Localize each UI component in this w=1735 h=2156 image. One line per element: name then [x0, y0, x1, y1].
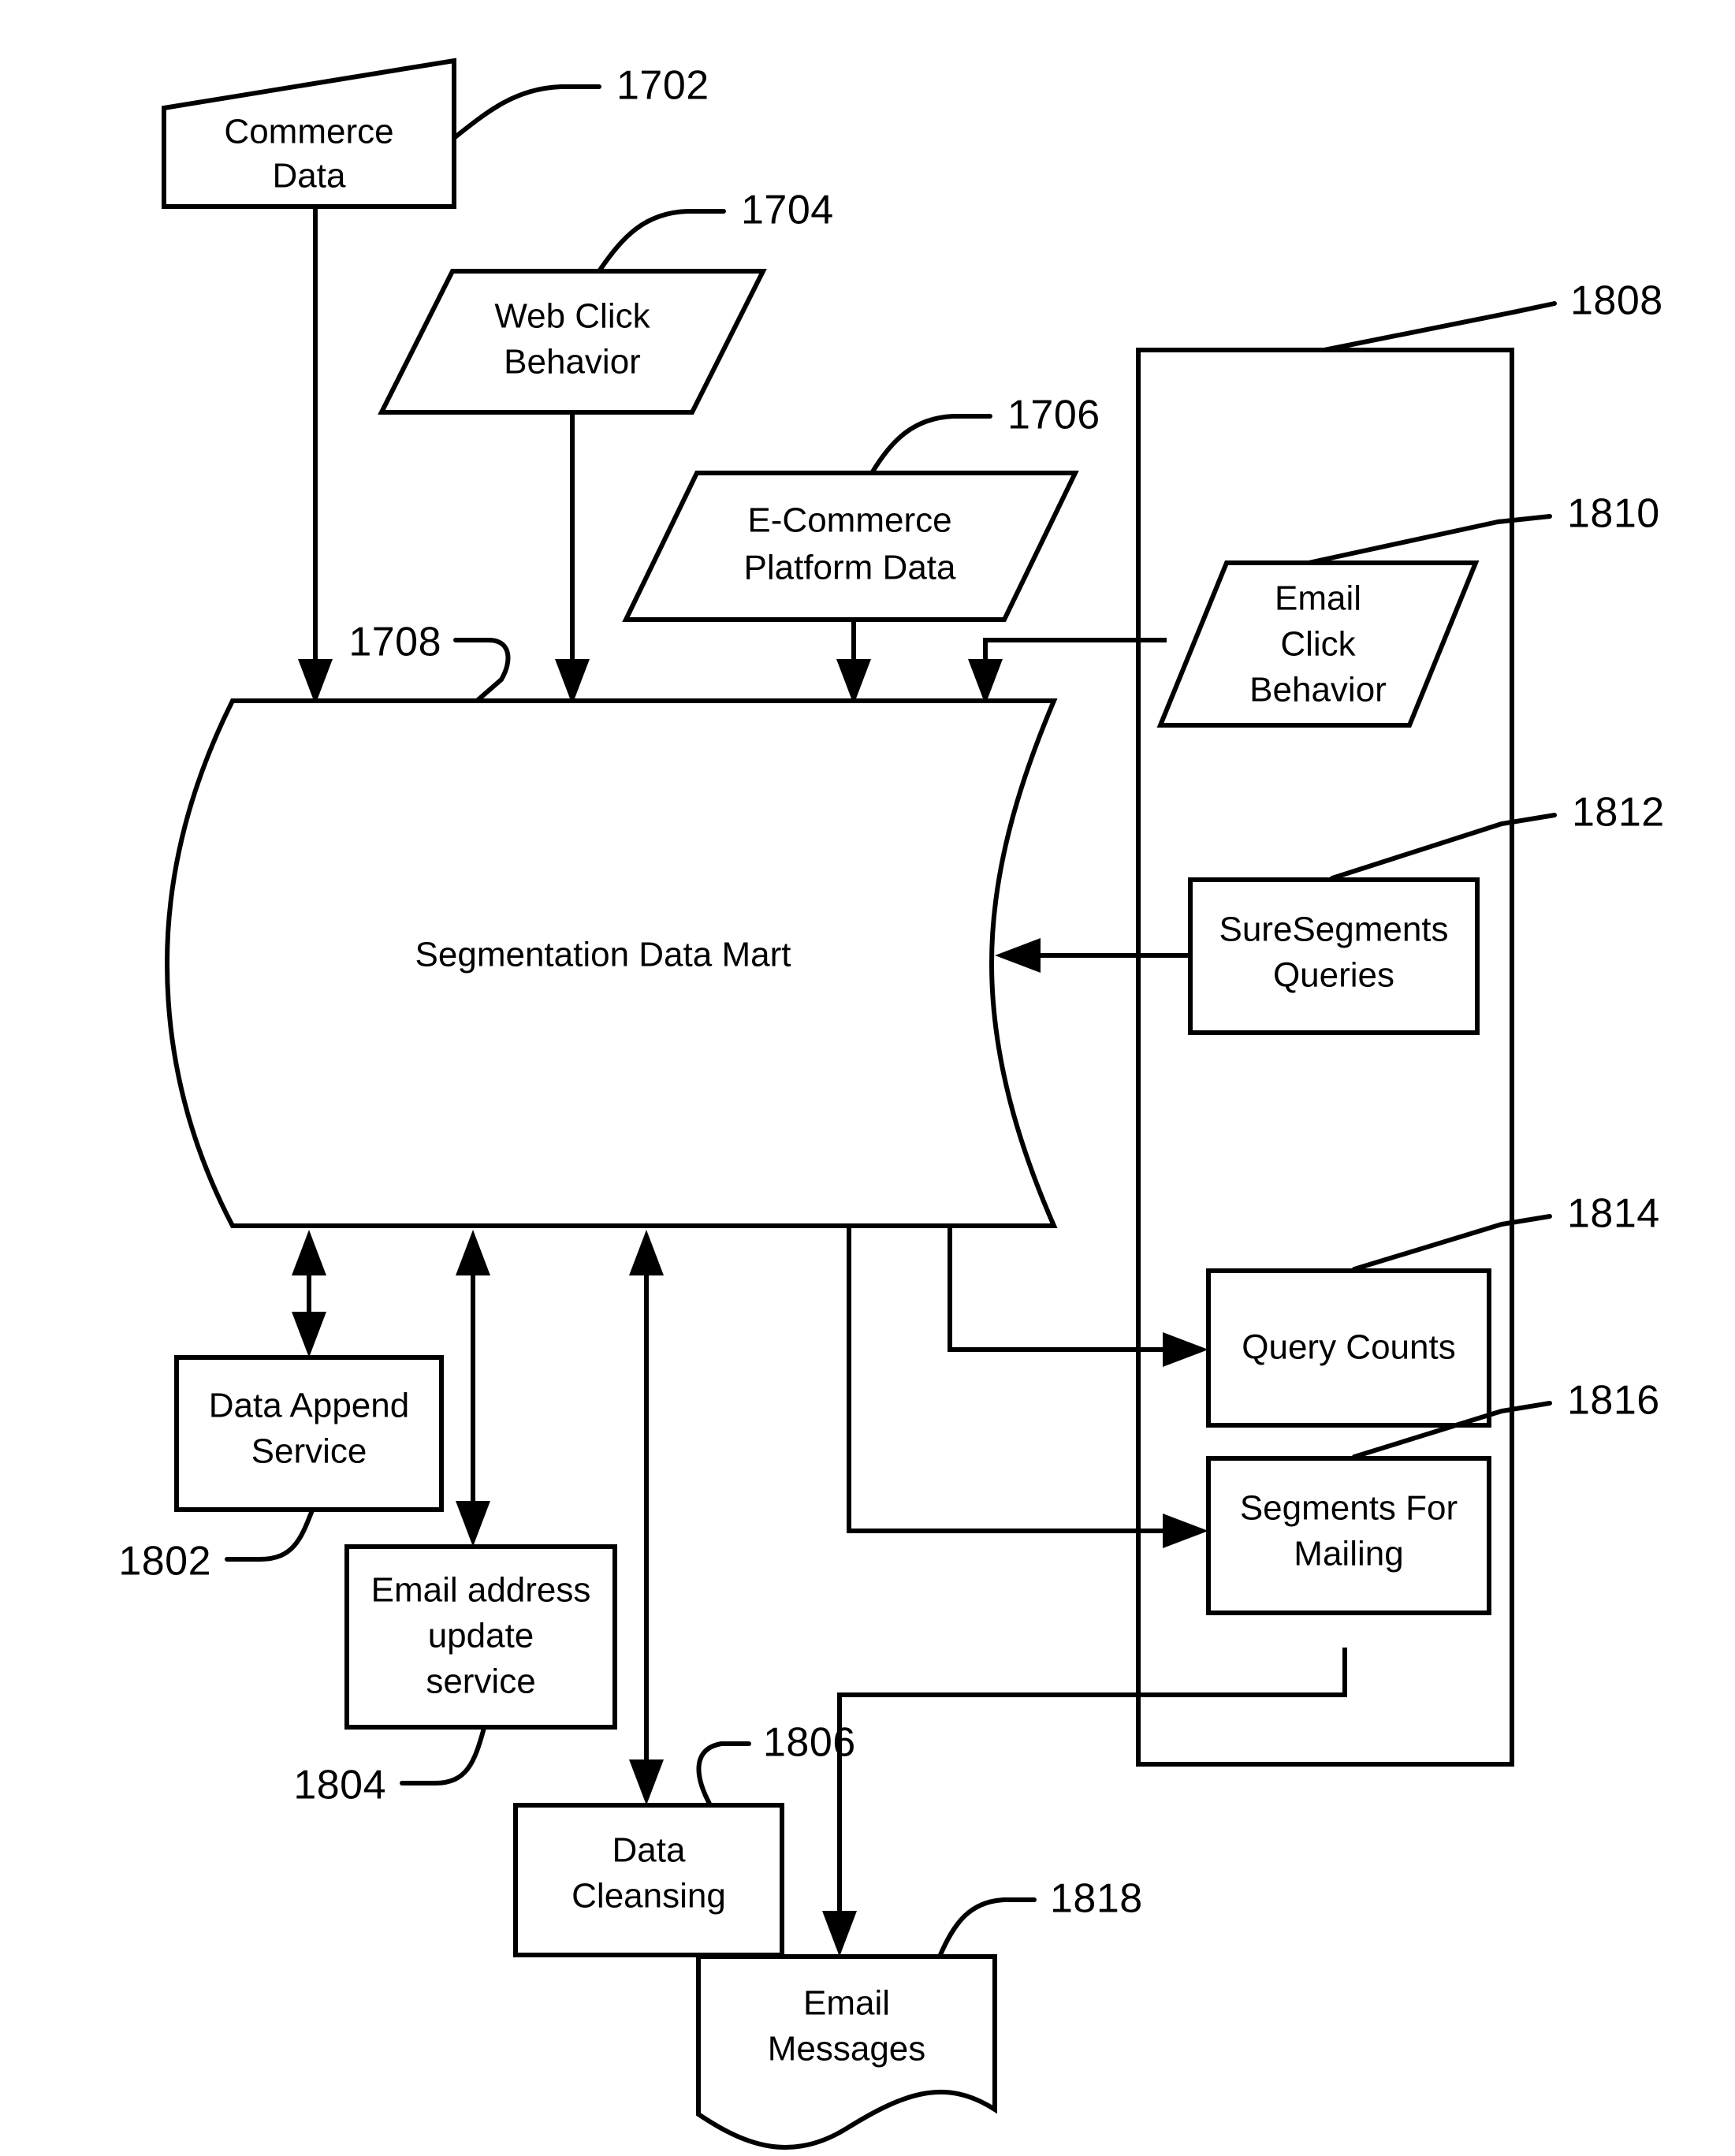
diagram-canvas: Commerce Data Web Click Behavior E-Comme…: [118, 58, 1665, 2150]
ref-1814-text: 1814: [1567, 1191, 1660, 1237]
arrowhead-mart-to-datacleansing-up: [629, 1230, 664, 1275]
leader-1704: [597, 209, 726, 274]
reference-numeral-1704: 1704: [597, 188, 834, 274]
node-data-append-service[interactable]: Data Append Service: [174, 1355, 444, 1512]
ref-1810-text: 1810: [1567, 491, 1660, 537]
node-segmentation-data-mart[interactable]: Segmentation Data Mart: [164, 698, 1058, 1228]
segments-for-mailing-label-line1: Segments For: [1240, 1489, 1458, 1528]
data-append-service-label-line2: Service: [251, 1432, 367, 1471]
arrowhead-mart-to-dataappend-down: [292, 1312, 326, 1357]
arrowhead-mart-to-emailupdate-up: [456, 1230, 490, 1275]
node-web-click-behavior[interactable]: Web Click Behavior: [378, 269, 767, 415]
ref-1802-text: 1802: [118, 1539, 211, 1584]
query-counts-label: Query Counts: [1242, 1328, 1455, 1367]
leader-1802: [225, 1508, 315, 1562]
email-messages-label-line2: Messages: [768, 2030, 926, 2068]
arrowhead-mart-to-dataappend-up: [292, 1230, 326, 1275]
reference-numeral-1802: 1802: [118, 1508, 315, 1584]
node-email-messages[interactable]: Email Messages: [696, 1954, 997, 2150]
leader-1706: [869, 414, 992, 475]
email-address-update-service-label-line2: update: [428, 1617, 534, 1655]
arrowhead-emailclick-to-mart: [968, 659, 1003, 705]
leader-1702: [452, 84, 601, 140]
node-commerce-data[interactable]: Commerce Data: [162, 58, 456, 209]
reference-numeral-1804: 1804: [293, 1726, 486, 1808]
segmentation-data-mart-label: Segmentation Data Mart: [415, 936, 791, 974]
ref-1818-text: 1818: [1050, 1876, 1143, 1922]
arrowhead-ecommerce-to-mart: [836, 659, 871, 705]
email-address-update-service-label-line3: service: [426, 1663, 535, 1701]
data-cleansing-label-line1: Data: [612, 1831, 686, 1870]
patent-figure: Commerce Data Web Click Behavior E-Comme…: [0, 0, 1735, 2156]
node-segments-for-mailing[interactable]: Segments For Mailing: [1206, 1456, 1491, 1615]
email-click-behavior-label-line2: Click: [1280, 625, 1356, 664]
arrowhead-commerce-to-mart: [298, 659, 333, 705]
data-cleansing-label-line2: Cleansing: [572, 1877, 726, 1916]
node-query-counts[interactable]: Query Counts: [1206, 1268, 1491, 1428]
reference-numeral-1702: 1702: [452, 63, 709, 140]
reference-numeral-1708: 1708: [348, 620, 511, 703]
leader-1804: [400, 1726, 486, 1785]
reference-numeral-1806: 1806: [696, 1720, 856, 1806]
email-address-update-service-label-line1: Email address: [371, 1571, 591, 1610]
ref-1812-text: 1812: [1572, 790, 1665, 836]
data-append-service-label-line1: Data Append: [209, 1387, 409, 1425]
ref-1708-text: 1708: [348, 620, 441, 665]
arrowhead-suresegments-to-mart: [995, 938, 1041, 973]
ref-1804-text: 1804: [293, 1763, 386, 1808]
node-email-address-update-service[interactable]: Email address update service: [344, 1544, 617, 1730]
ecommerce-platform-data-shape[interactable]: [622, 471, 1079, 622]
leader-1818: [937, 1897, 1037, 1959]
node-suresegments-queries[interactable]: SureSegments Queries: [1188, 877, 1480, 1035]
suresegments-queries-label-line2: Queries: [1273, 956, 1394, 995]
email-messages-label-line1: Email: [803, 1984, 890, 2023]
leader-1808: [1322, 301, 1557, 352]
arrowhead-mart-to-emailupdate-down: [456, 1501, 490, 1547]
node-data-cleansing[interactable]: Data Cleansing: [513, 1803, 784, 1957]
ref-1706-text: 1706: [1007, 393, 1100, 438]
reference-numeral-1706: 1706: [869, 393, 1100, 475]
node-ecommerce-platform-data[interactable]: E-Commerce Platform Data: [622, 471, 1079, 622]
commerce-data-label-line1: Commerce: [224, 113, 393, 151]
web-click-behavior-shape[interactable]: [378, 269, 767, 415]
email-click-behavior-label-line1: Email: [1275, 579, 1361, 618]
arrowhead-mart-to-datacleansing-down: [629, 1759, 664, 1805]
ref-1704-text: 1704: [741, 188, 834, 233]
ref-1806-text: 1806: [763, 1720, 856, 1766]
ecommerce-platform-data-label-line1: E-Commerce: [747, 501, 951, 540]
ref-1808-text: 1808: [1570, 278, 1663, 324]
segments-for-mailing-label-line2: Mailing: [1294, 1535, 1403, 1573]
ref-1702-text: 1702: [616, 63, 709, 109]
arrowhead-webclick-to-mart: [555, 659, 590, 705]
arrowhead-segmentsformailing-to-emailmessages: [822, 1911, 857, 1957]
suresegments-queries-label-line1: SureSegments: [1219, 910, 1448, 949]
connector-mart-to-segmentsformailing: [847, 1227, 1178, 1533]
reference-numeral-1808: 1808: [1322, 278, 1663, 352]
commerce-data-label-line2: Data: [273, 157, 346, 195]
leader-1806: [696, 1741, 751, 1806]
email-click-behavior-label-line3: Behavior: [1249, 671, 1387, 709]
leader-1708: [453, 638, 511, 703]
web-click-behavior-label-line2: Behavior: [504, 343, 641, 382]
reference-numeral-1818: 1818: [937, 1876, 1143, 1959]
web-click-behavior-label-line1: Web Click: [494, 297, 650, 336]
ecommerce-platform-data-label-line2: Platform Data: [744, 549, 957, 587]
ref-1816-text: 1816: [1567, 1378, 1660, 1424]
